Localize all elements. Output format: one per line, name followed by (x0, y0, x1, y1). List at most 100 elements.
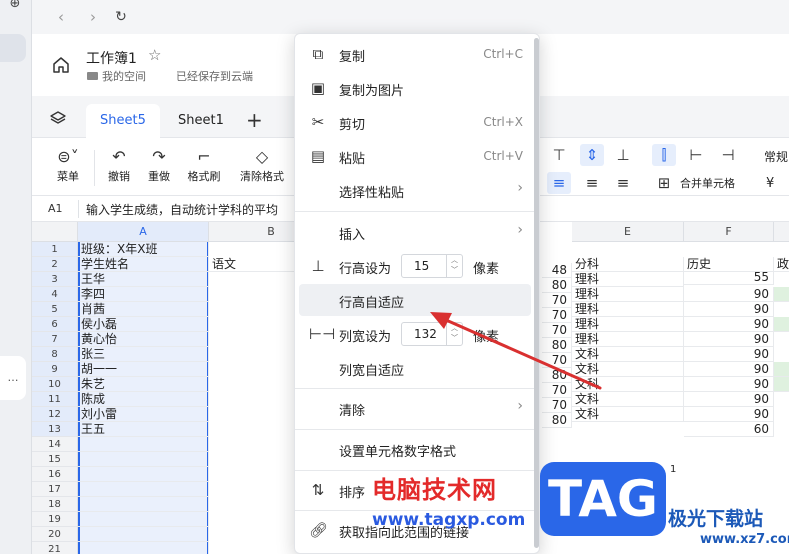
cell-a[interactable] (78, 482, 209, 497)
cell-a[interactable] (78, 542, 209, 554)
cell-d[interactable]: 70 (542, 323, 572, 338)
cell-d[interactable]: 80 (542, 413, 572, 428)
cell-f[interactable]: 60 (684, 422, 774, 437)
menu-number-format[interactable]: 设置单元格数字格式 (295, 433, 539, 465)
document-title[interactable]: 工作簿1 (86, 48, 137, 68)
cell-reference[interactable]: A1 (48, 202, 63, 215)
cell-a[interactable]: 王五 (78, 422, 209, 437)
align-bottom-icon[interactable]: ⊥ (611, 144, 635, 166)
distribute-icon[interactable]: ⫿ (652, 144, 676, 166)
row-header[interactable]: 8 (32, 347, 78, 362)
cell-e[interactable]: 理科 (572, 332, 684, 347)
column-header-g[interactable] (774, 222, 789, 242)
menu-row-autofit[interactable]: 行高自适应 (299, 284, 531, 316)
star-icon[interactable]: ☆ (148, 46, 161, 64)
cell-f[interactable]: 90 (684, 317, 774, 332)
format-painter-button[interactable]: ⌐ 格式刷 (184, 146, 224, 184)
cell-g-highlight[interactable] (774, 317, 789, 332)
cell-f[interactable]: 55 (684, 270, 774, 285)
clear-format-button[interactable]: ◇ 清除格式 (236, 146, 288, 184)
row-header[interactable]: 15 (32, 452, 78, 467)
cell-g-highlight[interactable] (774, 377, 789, 392)
row-header[interactable]: 13 (32, 422, 78, 437)
back-arrow-icon[interactable]: ‹ (50, 6, 72, 28)
row-header[interactable]: 11 (32, 392, 78, 407)
home-icon[interactable] (52, 56, 70, 74)
cell-a[interactable] (78, 527, 209, 542)
menu-button[interactable]: ⊜˅ 菜单 (48, 146, 88, 184)
cell-a[interactable]: 肖茜 (78, 302, 209, 317)
column-header-a[interactable]: A (78, 222, 209, 242)
row-header[interactable]: 16 (32, 467, 78, 482)
menu-col-width[interactable]: ⊢⊣ 列宽设为 132 ︿ ﹀ 像素 (295, 318, 539, 350)
cell-a[interactable] (78, 467, 209, 482)
menu-row-height[interactable]: ⊥ 行高设为 15 ︿ ﹀ 像素 (295, 250, 539, 282)
cell-e2[interactable]: 分科 (572, 257, 684, 272)
space-label[interactable]: 我的空间 (102, 68, 146, 84)
col-width-input[interactable]: 132 ︿ ﹀ (401, 322, 463, 346)
row-header[interactable]: 4 (32, 287, 78, 302)
cell-d[interactable]: 70 (542, 308, 572, 323)
menu-col-autofit[interactable]: 列宽自适应 (295, 352, 539, 384)
rail-more-button[interactable]: … (0, 356, 26, 400)
cell-a[interactable]: 黄心怡 (78, 332, 209, 347)
cell-e[interactable]: 文科 (572, 407, 684, 422)
refresh-icon[interactable]: ↻ (110, 6, 132, 28)
cell-f[interactable]: 90 (684, 392, 774, 407)
cell-d[interactable]: 70 (542, 353, 572, 368)
cell-d[interactable]: 80 (542, 278, 572, 293)
merge-cells-label[interactable]: 合并单元格 (680, 175, 735, 191)
merge-cells-icon[interactable]: ⊞ (652, 172, 676, 194)
cell-a[interactable]: 李四 (78, 287, 209, 302)
cell-a[interactable]: 张三 (78, 347, 209, 362)
row-height-input[interactable]: 15 ︿ ﹀ (401, 254, 463, 278)
select-all-corner[interactable] (32, 222, 78, 242)
cell-g2[interactable]: 政 (774, 257, 789, 272)
cell-a[interactable]: 侯小磊 (78, 317, 209, 332)
row-header[interactable]: 21 (32, 542, 78, 554)
align-right-icon[interactable]: ≡ (611, 172, 635, 194)
cell-f[interactable]: 90 (684, 377, 774, 392)
row-header[interactable]: 5 (32, 302, 78, 317)
cell-e[interactable]: 理科 (572, 302, 684, 317)
cell-e[interactable]: 理科 (572, 317, 684, 332)
cell-f[interactable]: 90 (684, 407, 774, 422)
menu-cut[interactable]: ✂ 剪切 Ctrl+X (295, 106, 539, 138)
cell-a[interactable]: 学生姓名 (78, 257, 209, 272)
row-header[interactable]: 3 (32, 272, 78, 287)
row-header[interactable]: 19 (32, 512, 78, 527)
menu-scrollbar[interactable] (534, 38, 539, 548)
cell-d[interactable]: 70 (542, 293, 572, 308)
row-header[interactable]: 2 (32, 257, 78, 272)
redo-button[interactable]: ↷ 重做 (144, 146, 174, 184)
add-sheet-icon[interactable]: + (246, 108, 263, 132)
cell-e[interactable]: 文科 (572, 347, 684, 362)
align-center-icon[interactable]: ≡ (580, 172, 604, 194)
cell-a[interactable]: 王华 (78, 272, 209, 287)
cell-f[interactable]: 90 (684, 332, 774, 347)
cell-e[interactable]: 文科 (572, 377, 684, 392)
cell-f[interactable]: 90 (684, 347, 774, 362)
align-left-icon[interactable]: ≡ (547, 172, 571, 194)
formula-input[interactable]: 输入学生成绩，自动统计学科的平均 (86, 201, 278, 218)
new-plus-icon[interactable]: ⊕ (6, 0, 24, 10)
cell-a[interactable]: 陈成 (78, 392, 209, 407)
tab-sheet1[interactable]: Sheet1 (164, 104, 238, 138)
cell-e[interactable]: 文科 (572, 392, 684, 407)
row-header[interactable]: 7 (32, 332, 78, 347)
stepper-arrows-icon[interactable]: ︿ ﹀ (446, 255, 462, 277)
stepper-arrows-icon[interactable]: ︿ ﹀ (446, 323, 462, 345)
cell-a[interactable]: 班级：X年X班 (78, 242, 209, 257)
cell-d[interactable]: 80 (542, 338, 572, 353)
menu-clear[interactable]: 清除 › (295, 392, 539, 424)
menu-paste-special[interactable]: 选择性粘贴 › (295, 174, 539, 206)
number-format-select[interactable]: 常规 (764, 148, 788, 165)
forward-arrow-icon[interactable]: › (82, 6, 104, 28)
cell-d[interactable]: 48 (542, 263, 572, 278)
row-header[interactable]: 14 (32, 437, 78, 452)
cell-e[interactable]: 理科 (572, 287, 684, 302)
menu-insert[interactable]: 插入 › (295, 216, 539, 248)
cell-d[interactable]: 80 (542, 368, 572, 383)
cell-d[interactable]: 70 (542, 398, 572, 413)
undo-button[interactable]: ↶ 撤销 (104, 146, 134, 184)
